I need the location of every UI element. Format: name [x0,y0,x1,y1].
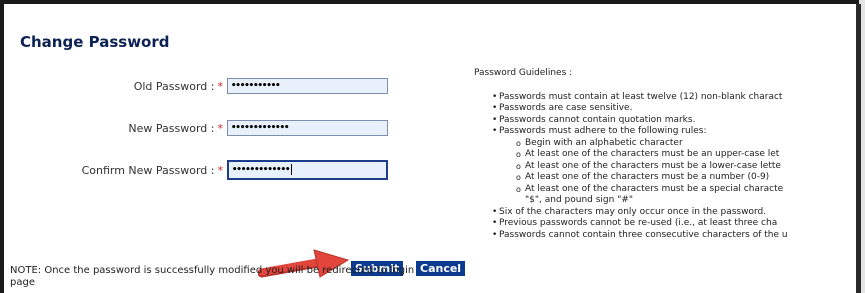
guideline-subitem: Begin with an alphabetic character [499,138,857,150]
confirm-password-label: Confirm New Password : [81,164,215,177]
guideline-subitem-continuation: "$", and pound sign "#" [525,195,634,205]
guideline-subitem: At least one of the characters must be a… [499,184,857,196]
guideline-item: Passwords must contain at least twelve (… [474,92,857,104]
guideline-subitem: At least one of the characters must be a… [499,161,857,173]
new-password-field[interactable]: ••••••••••••• [227,120,388,136]
guideline-subitem: At least one of the characters must be a… [499,172,857,184]
old-password-label: Old Password : [133,80,215,93]
confirm-password-field[interactable]: ••••••••••••• [227,160,388,180]
guideline-item: Passwords must adhere to the following r… [474,126,857,207]
required-marker: * [217,122,224,135]
confirm-password-label-row: Confirm New Password : * [8,164,223,177]
guideline-subitem: At least one of the characters must be a… [499,149,857,161]
required-marker: * [217,164,224,177]
old-password-field[interactable]: ••••••••••• [227,78,388,94]
redirect-note: NOTE: Once the password is successfully … [10,265,415,288]
guideline-item: Passwords cannot contain quotation marks… [474,115,857,127]
new-password-label-row: New Password : * [8,122,223,135]
new-password-label: New Password : [128,122,215,135]
guideline-item-text: Passwords must adhere to the following r… [499,126,707,136]
guideline-item: Passwords are case sensitive. [474,103,857,115]
guidelines-list: Passwords must contain at least twelve (… [474,92,857,242]
guideline-item: Previous passwords cannot be re-used (i.… [474,218,857,230]
guideline-item: Six of the characters may only occur onc… [474,207,857,219]
text-caret [291,164,293,175]
page-title: Change Password [20,33,170,51]
required-marker: * [217,80,224,93]
guidelines-title: Password Guidelines : [474,68,573,78]
old-password-label-row: Old Password : * [8,80,223,93]
guideline-sublist: Begin with an alphabetic character At le… [499,138,857,196]
password-guidelines: Password Guidelines : Passwords must con… [474,68,857,241]
guideline-item: Passwords cannot contain three consecuti… [474,230,857,242]
confirm-password-value: ••••••••••••• [232,165,290,175]
